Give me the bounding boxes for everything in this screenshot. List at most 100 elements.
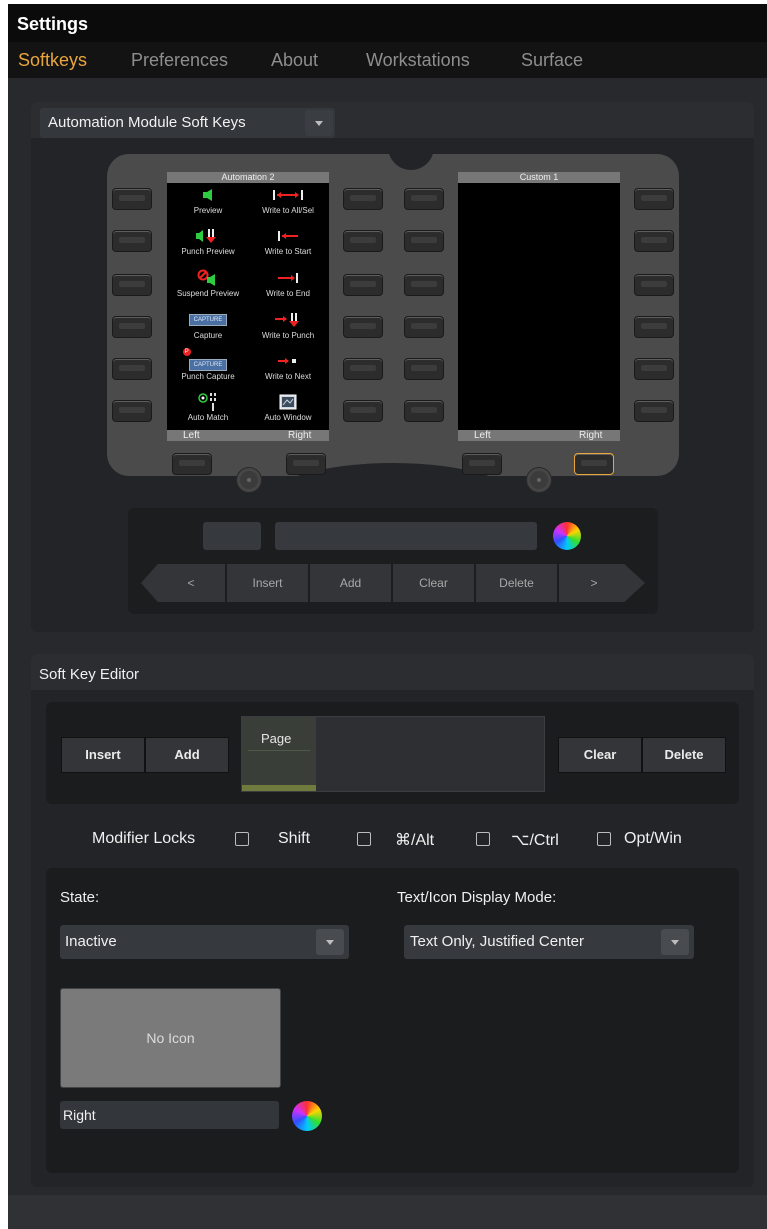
panel-header bbox=[31, 654, 754, 690]
softkey-button[interactable] bbox=[112, 316, 152, 338]
softkey-button[interactable] bbox=[343, 358, 383, 380]
chevron-down-icon[interactable] bbox=[316, 929, 344, 955]
nav-delete-button[interactable]: Delete bbox=[476, 564, 557, 602]
softkey-button[interactable] bbox=[404, 230, 444, 252]
softkey-button[interactable] bbox=[404, 188, 444, 210]
left-footer-key[interactable] bbox=[462, 453, 502, 475]
color-wheel-icon[interactable] bbox=[553, 522, 581, 550]
key-text-input[interactable]: Right bbox=[60, 1101, 279, 1129]
color-wheel-icon[interactable] bbox=[292, 1101, 322, 1131]
module-select[interactable]: Automation Module Soft Keys bbox=[40, 108, 335, 138]
rotary-knob[interactable] bbox=[236, 467, 262, 493]
softkey-button[interactable] bbox=[404, 316, 444, 338]
module-select-value: Automation Module Soft Keys bbox=[48, 114, 246, 131]
editor-clear-button[interactable]: Clear bbox=[558, 737, 642, 773]
softkey-button[interactable] bbox=[343, 230, 383, 252]
icon-preview[interactable]: No Icon bbox=[60, 988, 281, 1088]
editor-add-button[interactable]: Add bbox=[145, 737, 229, 773]
cell-write-next: Write to Next bbox=[248, 350, 328, 381]
write-all-icon bbox=[248, 184, 328, 206]
cell-write-all: Write to All/Sel bbox=[248, 184, 328, 215]
opt-win-label: Opt/Win bbox=[624, 830, 682, 847]
nav-insert-button[interactable]: Insert bbox=[227, 564, 308, 602]
cell-suspend-preview: Suspend Preview bbox=[168, 267, 248, 298]
softkey-button[interactable] bbox=[634, 274, 674, 296]
left-footer-key[interactable] bbox=[172, 453, 212, 475]
cell-capture: CAPTURE Capture bbox=[168, 309, 248, 340]
title-bar: Settings bbox=[8, 4, 767, 42]
nav-prev-button[interactable]: < bbox=[141, 564, 225, 602]
footer-left-label: Left bbox=[183, 430, 200, 441]
rotary-knob[interactable] bbox=[526, 467, 552, 493]
page-selected-indicator bbox=[242, 785, 316, 791]
softkey-button[interactable] bbox=[634, 358, 674, 380]
tab-preferences[interactable]: Preferences bbox=[131, 50, 228, 71]
cell-write-start: Write to Start bbox=[248, 225, 328, 256]
suspend-preview-icon bbox=[168, 267, 248, 289]
write-punch-icon bbox=[248, 309, 328, 331]
cell-auto-window: Auto Window bbox=[248, 391, 328, 422]
display-mode-select[interactable]: Text Only, Justified Center bbox=[404, 925, 694, 959]
softkey-button[interactable] bbox=[112, 188, 152, 210]
cell-write-punch: Write to Punch bbox=[248, 309, 328, 340]
footer-left-label: Left bbox=[474, 430, 491, 441]
right-screen-title: Custom 1 bbox=[458, 172, 620, 183]
cmd-alt-label: ⌘/Alt bbox=[395, 832, 435, 849]
nav-add-button[interactable]: Add bbox=[310, 564, 391, 602]
right-screen: Custom 1 Left Right bbox=[458, 172, 620, 441]
chevron-down-icon[interactable] bbox=[305, 110, 333, 136]
auto-match-icon bbox=[168, 391, 248, 413]
softkey-button[interactable] bbox=[404, 274, 444, 296]
modifier-locks-label: Modifier Locks bbox=[92, 830, 196, 847]
tab-workstations[interactable]: Workstations bbox=[366, 50, 470, 71]
softkey-button[interactable] bbox=[634, 230, 674, 252]
state-label: State: bbox=[60, 889, 100, 906]
tab-about[interactable]: About bbox=[271, 50, 318, 71]
softkey-button[interactable] bbox=[404, 358, 444, 380]
chevron-down-icon[interactable] bbox=[661, 929, 689, 955]
left-screen: Automation 2 Preview Write to All/Sel Pu… bbox=[167, 172, 329, 441]
tab-softkeys[interactable]: Softkeys bbox=[18, 50, 87, 71]
softkey-button[interactable] bbox=[112, 400, 152, 422]
opt-ctrl-label: ⌥/Ctrl bbox=[511, 832, 559, 849]
softkey-button[interactable] bbox=[634, 188, 674, 210]
settings-window: Settings Softkeys Preferences About Work… bbox=[8, 4, 767, 1229]
punch-capture-icon: P CAPTURE bbox=[168, 348, 248, 372]
key-icon-slot[interactable] bbox=[203, 522, 261, 550]
right-footer-key-selected[interactable] bbox=[574, 453, 614, 475]
softkey-button[interactable] bbox=[112, 358, 152, 380]
editor-title: Soft Key Editor bbox=[39, 666, 140, 683]
softkey-button[interactable] bbox=[634, 316, 674, 338]
softkey-button[interactable] bbox=[112, 230, 152, 252]
tab-bar: Softkeys Preferences About Workstations … bbox=[8, 42, 767, 78]
softkey-button[interactable] bbox=[343, 400, 383, 422]
write-next-icon bbox=[248, 350, 328, 372]
shift-label: Shift bbox=[278, 830, 311, 847]
editor-delete-button[interactable]: Delete bbox=[642, 737, 726, 773]
capture-icon: CAPTURE bbox=[168, 309, 248, 331]
softkey-button[interactable] bbox=[634, 400, 674, 422]
key-text-slot[interactable] bbox=[275, 522, 537, 550]
cmd-alt-checkbox[interactable] bbox=[357, 832, 371, 846]
softkey-button[interactable] bbox=[343, 316, 383, 338]
softkey-button[interactable] bbox=[404, 400, 444, 422]
softkey-button[interactable] bbox=[112, 274, 152, 296]
cell-write-end: Write to End bbox=[248, 267, 328, 298]
key-text-value: Right bbox=[63, 1107, 96, 1123]
shift-checkbox[interactable] bbox=[235, 832, 249, 846]
softkey-button[interactable] bbox=[343, 188, 383, 210]
cell-preview: Preview bbox=[168, 184, 248, 215]
page-item[interactable]: Page bbox=[242, 717, 316, 791]
softkey-button[interactable] bbox=[343, 274, 383, 296]
cell-punch-capture: P CAPTURE Punch Capture bbox=[168, 348, 248, 381]
opt-win-checkbox[interactable] bbox=[597, 832, 611, 846]
write-start-icon bbox=[248, 225, 328, 247]
nav-clear-button[interactable]: Clear bbox=[393, 564, 474, 602]
state-select[interactable]: Inactive bbox=[60, 925, 349, 959]
opt-ctrl-checkbox[interactable] bbox=[476, 832, 490, 846]
tab-surface[interactable]: Surface bbox=[521, 50, 583, 71]
right-footer-key[interactable] bbox=[286, 453, 326, 475]
speaker-icon bbox=[168, 184, 248, 206]
footer-right-label: Right bbox=[579, 430, 603, 441]
editor-insert-button[interactable]: Insert bbox=[61, 737, 145, 773]
